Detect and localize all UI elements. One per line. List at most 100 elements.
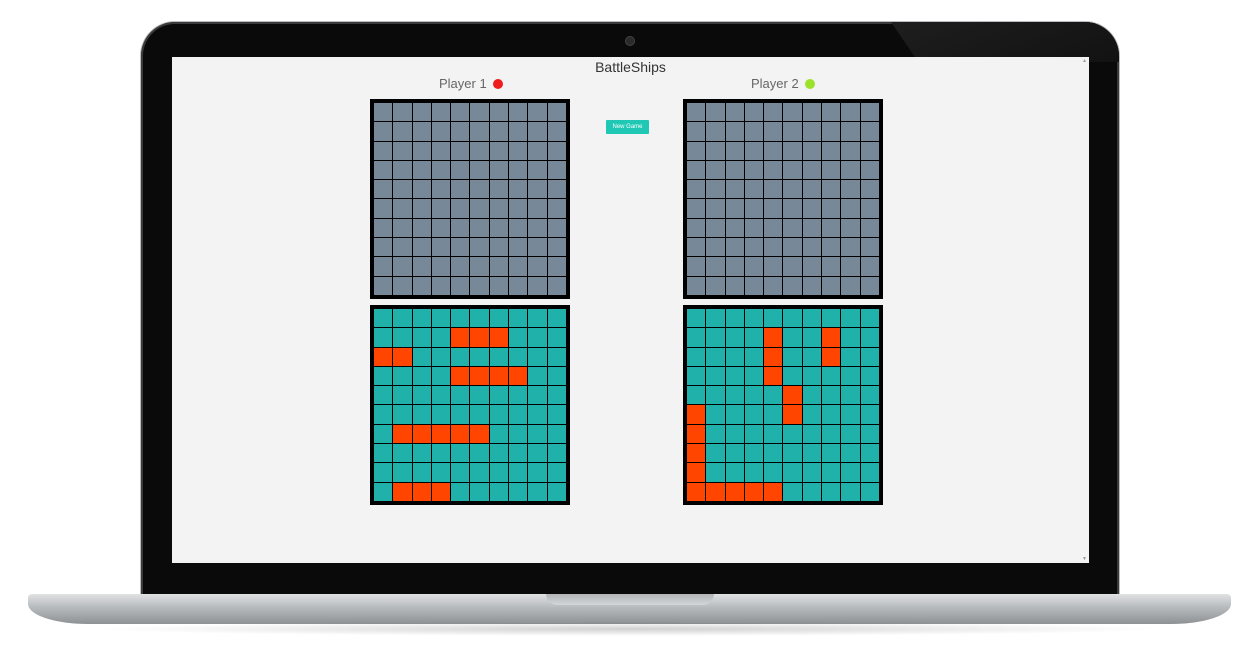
target-cell[interactable] <box>802 103 822 122</box>
target-cell[interactable] <box>528 141 547 160</box>
target-cell[interactable] <box>393 103 412 122</box>
target-cell[interactable] <box>706 141 725 160</box>
target-cell[interactable] <box>764 122 783 141</box>
target-cell[interactable] <box>374 103 393 122</box>
target-cell[interactable] <box>841 276 860 295</box>
target-cell[interactable] <box>706 103 725 122</box>
target-cell[interactable] <box>470 103 489 122</box>
target-cell[interactable] <box>412 160 431 180</box>
target-cell[interactable] <box>706 257 725 276</box>
target-cell[interactable] <box>528 103 547 122</box>
target-cell[interactable] <box>412 103 431 122</box>
target-cell[interactable] <box>687 276 706 295</box>
target-cell[interactable] <box>470 257 489 276</box>
target-cell[interactable] <box>725 257 744 276</box>
target-cell[interactable] <box>451 276 470 295</box>
target-cell[interactable] <box>764 199 783 218</box>
target-cell[interactable] <box>393 238 412 257</box>
target-cell[interactable] <box>374 180 393 199</box>
target-cell[interactable] <box>725 218 744 238</box>
target-cell[interactable] <box>451 218 470 238</box>
target-cell[interactable] <box>412 180 431 199</box>
target-cell[interactable] <box>547 218 566 238</box>
target-cell[interactable] <box>489 103 509 122</box>
target-cell[interactable] <box>547 180 566 199</box>
target-cell[interactable] <box>528 238 547 257</box>
target-cell[interactable] <box>489 141 509 160</box>
target-cell[interactable] <box>393 276 412 295</box>
target-cell[interactable] <box>822 199 841 218</box>
target-cell[interactable] <box>744 160 764 180</box>
target-cell[interactable] <box>431 160 451 180</box>
target-cell[interactable] <box>744 103 764 122</box>
target-cell[interactable] <box>744 238 764 257</box>
target-cell[interactable] <box>725 122 744 141</box>
target-cell[interactable] <box>374 199 393 218</box>
target-cell[interactable] <box>764 218 783 238</box>
target-cell[interactable] <box>687 160 706 180</box>
target-cell[interactable] <box>687 103 706 122</box>
target-cell[interactable] <box>528 276 547 295</box>
target-cell[interactable] <box>431 180 451 199</box>
target-cell[interactable] <box>822 180 841 199</box>
target-cell[interactable] <box>509 160 528 180</box>
target-cell[interactable] <box>393 141 412 160</box>
target-cell[interactable] <box>706 238 725 257</box>
target-cell[interactable] <box>822 160 841 180</box>
target-cell[interactable] <box>431 257 451 276</box>
target-cell[interactable] <box>528 122 547 141</box>
target-cell[interactable] <box>802 238 822 257</box>
target-cell[interactable] <box>860 238 879 257</box>
target-cell[interactable] <box>725 103 744 122</box>
target-cell[interactable] <box>687 122 706 141</box>
target-cell[interactable] <box>841 238 860 257</box>
target-cell[interactable] <box>841 199 860 218</box>
target-cell[interactable] <box>725 276 744 295</box>
target-cell[interactable] <box>744 276 764 295</box>
target-cell[interactable] <box>412 122 431 141</box>
target-cell[interactable] <box>374 141 393 160</box>
target-cell[interactable] <box>470 238 489 257</box>
target-cell[interactable] <box>374 238 393 257</box>
target-cell[interactable] <box>860 180 879 199</box>
target-cell[interactable] <box>687 199 706 218</box>
target-cell[interactable] <box>547 122 566 141</box>
target-cell[interactable] <box>783 160 802 180</box>
target-cell[interactable] <box>725 160 744 180</box>
target-cell[interactable] <box>393 122 412 141</box>
target-cell[interactable] <box>841 103 860 122</box>
target-cell[interactable] <box>822 276 841 295</box>
target-cell[interactable] <box>802 257 822 276</box>
target-cell[interactable] <box>783 199 802 218</box>
target-cell[interactable] <box>547 141 566 160</box>
target-cell[interactable] <box>687 141 706 160</box>
target-cell[interactable] <box>860 218 879 238</box>
target-cell[interactable] <box>860 103 879 122</box>
target-cell[interactable] <box>528 180 547 199</box>
target-cell[interactable] <box>470 199 489 218</box>
target-cell[interactable] <box>470 160 489 180</box>
target-cell[interactable] <box>860 276 879 295</box>
target-cell[interactable] <box>706 122 725 141</box>
target-cell[interactable] <box>509 180 528 199</box>
target-cell[interactable] <box>841 257 860 276</box>
target-cell[interactable] <box>489 199 509 218</box>
target-cell[interactable] <box>509 276 528 295</box>
target-cell[interactable] <box>744 199 764 218</box>
target-cell[interactable] <box>509 257 528 276</box>
target-cell[interactable] <box>431 141 451 160</box>
target-cell[interactable] <box>489 218 509 238</box>
target-cell[interactable] <box>860 141 879 160</box>
target-cell[interactable] <box>802 122 822 141</box>
scroll-up-icon[interactable]: ▲ <box>1082 58 1087 64</box>
target-cell[interactable] <box>687 257 706 276</box>
target-cell[interactable] <box>374 257 393 276</box>
target-cell[interactable] <box>706 180 725 199</box>
target-cell[interactable] <box>783 218 802 238</box>
target-cell[interactable] <box>860 160 879 180</box>
target-cell[interactable] <box>802 199 822 218</box>
target-cell[interactable] <box>706 160 725 180</box>
target-cell[interactable] <box>841 141 860 160</box>
target-cell[interactable] <box>783 238 802 257</box>
target-cell[interactable] <box>764 103 783 122</box>
